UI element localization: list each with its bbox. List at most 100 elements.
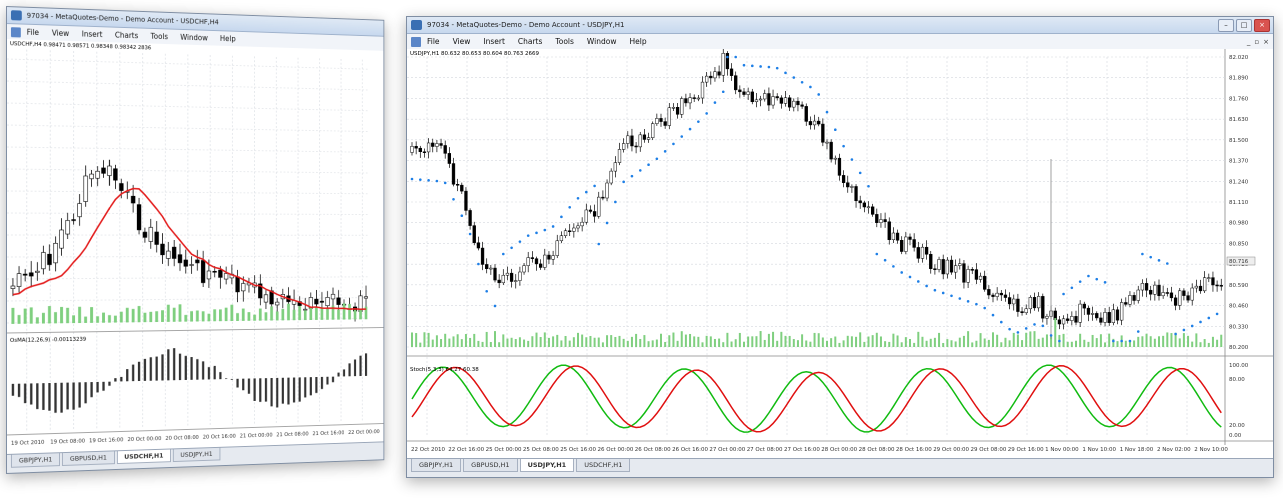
parabolic-sar-dot: [842, 145, 845, 148]
tab-usdchf[interactable]: USDCHF,H1: [117, 449, 171, 464]
menu-help[interactable]: Help: [629, 37, 646, 46]
candle-body: [1066, 319, 1069, 321]
candle-body: [72, 220, 76, 221]
candle-body: [904, 237, 907, 252]
chart-area[interactable]: 19 Oct 2010 19 Oct 08:00 19 Oct 16:00 20 Oc…: [7, 39, 383, 455]
parabolic-sar-dot: [1058, 340, 1061, 343]
candle-body: [784, 98, 787, 104]
volume-bar: [710, 336, 712, 347]
tab-usdjpy[interactable]: USDJPY,H1: [520, 459, 575, 472]
time-axis-label: 27 Oct 00:00: [709, 447, 745, 453]
candle-body: [776, 97, 779, 98]
volume-bar: [627, 341, 629, 347]
parabolic-sar-dot: [1183, 329, 1186, 332]
usdjpy-chart-window[interactable]: 97034 - MetaQuotes-Demo - Demo Account -…: [406, 16, 1274, 478]
menu-view[interactable]: View: [52, 29, 69, 38]
menu-insert[interactable]: Insert: [82, 30, 103, 40]
mdi-restore-icon[interactable]: ▫: [1254, 38, 1259, 46]
close-button[interactable]: ×: [1254, 19, 1270, 32]
parabolic-sar-dot: [452, 198, 455, 201]
parabolic-sar-dot: [1104, 281, 1107, 284]
volume-bar: [589, 336, 591, 347]
osma-bar: [196, 359, 198, 380]
parabolic-sar-dot: [950, 294, 953, 297]
volume-bar: [236, 313, 239, 321]
candle-body: [643, 135, 646, 140]
tab-gbpusd[interactable]: GBPUSD,H1: [463, 459, 517, 472]
menu-insert[interactable]: Insert: [483, 37, 505, 46]
usdchf-chart-canvas[interactable]: 19 Oct 2010 19 Oct 08:00 19 Oct 16:00 20 Oc…: [7, 39, 383, 455]
volume-bar: [523, 340, 525, 347]
volume-bar: [552, 336, 554, 347]
volume-bar: [498, 342, 500, 347]
candle-body: [925, 247, 928, 254]
candle-body: [602, 197, 605, 198]
menu-tools[interactable]: Tools: [555, 37, 573, 46]
menu-file[interactable]: File: [27, 28, 39, 37]
tab-usdchf[interactable]: USDCHF,H1: [576, 459, 630, 472]
menu-tools[interactable]: Tools: [151, 32, 168, 41]
menu-file[interactable]: File: [427, 37, 440, 46]
menu-window[interactable]: Window: [587, 37, 617, 46]
usdchf-chart-window[interactable]: 97034 - MetaQuotes-Demo - Demo Account -…: [6, 6, 384, 474]
parabolic-sar-dot: [705, 112, 708, 115]
volume-bar: [975, 341, 977, 347]
volume-bar: [1079, 334, 1081, 347]
time-axis-label: 22 Oct 00:00: [348, 429, 380, 436]
candle-body: [958, 264, 961, 266]
candle-body: [1141, 283, 1144, 290]
menu-window[interactable]: Window: [180, 33, 208, 43]
osma-bar: [36, 383, 38, 409]
candle-body: [535, 259, 538, 264]
volume-bar: [706, 336, 708, 347]
tab-gbpusd[interactable]: GBPUSD,H1: [62, 451, 114, 466]
menu-charts[interactable]: Charts: [115, 31, 138, 41]
volume-bar: [963, 336, 965, 347]
candle-body: [610, 171, 613, 183]
volume-bar: [108, 315, 111, 323]
candle-body: [1120, 302, 1123, 320]
candle-body: [1029, 297, 1032, 308]
volume-bar: [1013, 333, 1015, 347]
time-axis-label: 2 Nov 02:00: [1157, 447, 1191, 453]
candle-body: [1083, 304, 1086, 308]
menu-view[interactable]: View: [453, 37, 471, 46]
volume-bar: [531, 336, 533, 347]
osma-bar: [108, 382, 110, 386]
volume-bar: [287, 304, 290, 321]
candle-body: [440, 144, 443, 146]
minimize-button[interactable]: –: [1218, 19, 1234, 32]
mdi-close-icon[interactable]: ×: [1263, 38, 1269, 46]
tab-gbpjpy[interactable]: GBPJPY,H1: [11, 453, 60, 468]
parabolic-sar-dot: [917, 280, 920, 283]
volume-bar: [1017, 334, 1019, 347]
volume-bar: [921, 337, 923, 347]
volume-bar: [1212, 337, 1214, 347]
volume-bar: [190, 311, 193, 321]
candle-body: [913, 240, 916, 248]
parabolic-sar-dot: [593, 185, 596, 188]
maximize-button[interactable]: □: [1236, 19, 1252, 32]
candle-body: [834, 158, 837, 159]
mdi-minimize-icon[interactable]: _: [1247, 38, 1251, 46]
price-axis-label: 80.460: [1229, 304, 1249, 310]
usdjpy-chart-canvas[interactable]: 82.020 81.890 81.760 81.630 81.500 81.370 81.2…: [407, 49, 1273, 459]
candle-body: [498, 280, 501, 283]
menu-help[interactable]: Help: [220, 34, 236, 43]
tab-usdjpy[interactable]: USDJPY,H1: [173, 448, 220, 462]
candle-body: [1203, 278, 1206, 291]
osma-bar: [343, 369, 345, 376]
chart-area[interactable]: 82.020 81.890 81.760 81.630 81.500 81.370 81.2…: [407, 49, 1273, 459]
volume-bar: [1009, 340, 1011, 347]
window-titlebar[interactable]: 97034 - MetaQuotes-Demo - Demo Account -…: [407, 17, 1273, 34]
menu-charts[interactable]: Charts: [518, 37, 543, 46]
tab-gbpjpy[interactable]: GBPJPY,H1: [411, 459, 461, 472]
symbol-info: USDJPY,H1 80.632 80.653 80.604 80.763 26…: [410, 51, 539, 57]
parabolic-sar-dot: [568, 206, 571, 209]
time-axis-label: 25 Oct 00:00: [486, 447, 522, 453]
candle-body: [506, 273, 509, 275]
candle-body: [668, 108, 671, 126]
volume-bar: [876, 333, 878, 347]
volume-bar: [1191, 342, 1193, 347]
parabolic-sar-dot: [577, 197, 580, 200]
